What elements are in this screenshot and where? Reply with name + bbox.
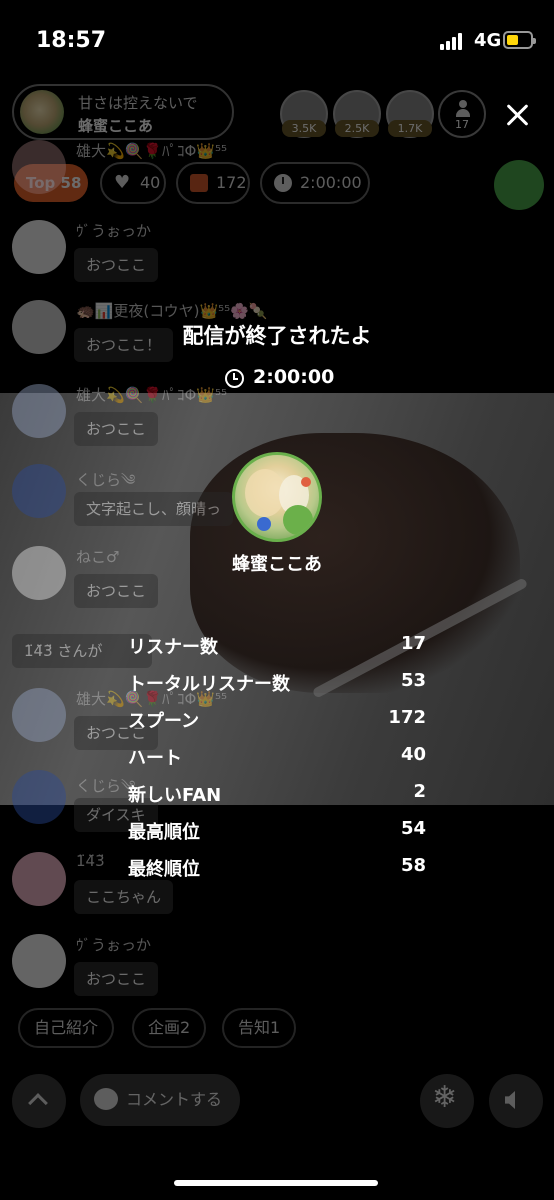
chat-username: 雄大💫🍭🌹ﾊﾟｺΦ👑⁵⁵	[76, 142, 228, 160]
host-info-pill[interactable]: 甘さは控えないで 蜂蜜ここあ	[12, 84, 234, 140]
chat-message: おつここ	[74, 574, 159, 608]
stat-row: ハート 40	[128, 744, 426, 781]
stat-value: 17	[400, 633, 426, 654]
avatar[interactable]	[12, 220, 66, 274]
stat-value: 54	[400, 818, 426, 839]
expand-button[interactable]	[12, 1074, 66, 1128]
avatar[interactable]	[12, 770, 66, 824]
chat-message: おつここ	[74, 412, 159, 446]
tag-button-plan[interactable]: 企画2	[132, 1008, 207, 1048]
chat-item: 雄大💫🍭🌹ﾊﾟｺΦ👑⁵⁵	[12, 140, 392, 210]
avatar[interactable]	[12, 140, 66, 194]
avatar[interactable]	[12, 934, 66, 988]
avatar[interactable]	[12, 384, 66, 438]
duration-text: 2:00:00	[253, 366, 335, 388]
top-supporter-value-3: 1.7K	[388, 120, 432, 137]
top-supporter-value-1: 3.5K	[282, 120, 326, 137]
battery-icon	[503, 31, 536, 49]
stat-value: 58	[400, 855, 426, 876]
snowflake-icon: ❄	[432, 1080, 458, 1115]
stat-row: トータルリスナー数 53	[128, 670, 426, 707]
chat-item: くじら༄ 文字起こし、顔晴っ	[12, 464, 392, 534]
stat-row: リスナー数 17	[128, 633, 426, 670]
viewer-count: 17	[455, 118, 469, 131]
broadcast-ended-title: 配信が終了されたよ	[182, 324, 372, 348]
avatar[interactable]	[12, 688, 66, 742]
chat-item: ｳﾞうぉっか おつここ	[12, 220, 392, 290]
stat-row: スプーン 172	[128, 707, 426, 744]
chat-username: ｳﾞうぉっか	[76, 936, 152, 954]
chat-message: おつここ	[74, 248, 159, 282]
stat-row: 最高順位 54	[128, 818, 426, 855]
status-time: 18:57	[36, 28, 107, 53]
broadcast-stats: リスナー数 17 トータルリスナー数 53 スプーン 172 ハート 40 新し…	[128, 633, 426, 892]
host-name: 蜂蜜ここあ	[232, 554, 322, 575]
stat-label: 最終順位	[128, 859, 200, 880]
chat-item: ｳﾞうぉっか おつここ	[12, 934, 392, 1004]
stat-value: 172	[388, 707, 426, 728]
host-tagline: 甘さは控えないで	[78, 94, 198, 112]
snow-effect-button[interactable]: ❄	[420, 1074, 474, 1128]
stat-value: 40	[400, 744, 426, 765]
stat-label: リスナー数	[128, 637, 218, 658]
clock-icon	[225, 369, 244, 388]
avatar[interactable]	[12, 464, 66, 518]
avatar[interactable]	[12, 852, 66, 906]
chat-username: 🦔📊更夜(コウヤ)👑⁵⁵🌸🍡	[76, 302, 268, 320]
host-name-small: 蜂蜜ここあ	[78, 117, 154, 135]
tag-button-notice[interactable]: 告知1	[222, 1008, 297, 1048]
chat-username: 雄大💫🍭🌹ﾊﾟｺΦ👑⁵⁵	[76, 386, 228, 404]
stat-row: 最終順位 58	[128, 855, 426, 892]
chat-username: ｳﾞうぉっか	[76, 222, 152, 240]
host-avatar-small	[20, 90, 64, 134]
stat-label: 新しいFAN	[128, 785, 222, 806]
top-supporter-value-2: 2.5K	[335, 120, 379, 137]
chat-username: 1̈4̈3̈	[76, 852, 105, 870]
chevron-up-icon	[28, 1093, 48, 1113]
stat-label: 最高順位	[128, 822, 200, 843]
chat-item: 雄大💫🍭🌹ﾊﾟｺΦ👑⁵⁵ おつここ	[12, 384, 392, 454]
signal-icon	[440, 32, 466, 50]
stat-value: 2	[413, 781, 426, 802]
viewer-count-button[interactable]: 17	[438, 90, 486, 138]
comment-button[interactable]: コメントする	[80, 1074, 240, 1126]
status-bar: 18:57 4G	[0, 0, 554, 80]
comment-icon	[94, 1088, 118, 1110]
person-icon	[456, 100, 470, 118]
chat-message: おつここ	[74, 962, 159, 996]
volume-button[interactable]	[489, 1074, 543, 1128]
network-type: 4G	[474, 30, 502, 51]
close-icon[interactable]	[503, 100, 533, 130]
stat-label: スプーン	[128, 711, 200, 732]
stat-value: 53	[400, 670, 426, 691]
stat-label: ハート	[128, 748, 182, 769]
speaker-icon[interactable]	[494, 160, 544, 210]
stat-label: トータルリスナー数	[128, 674, 290, 695]
stat-row: 新しいFAN 2	[128, 781, 426, 818]
host-avatar	[232, 452, 322, 542]
chat-message: 文字起こし、顔晴っ	[74, 492, 234, 526]
comment-label: コメントする	[126, 1090, 223, 1109]
tag-button-intro[interactable]: 自己紹介	[18, 1008, 115, 1048]
speaker-icon	[505, 1091, 515, 1109]
home-indicator[interactable]	[174, 1180, 378, 1186]
